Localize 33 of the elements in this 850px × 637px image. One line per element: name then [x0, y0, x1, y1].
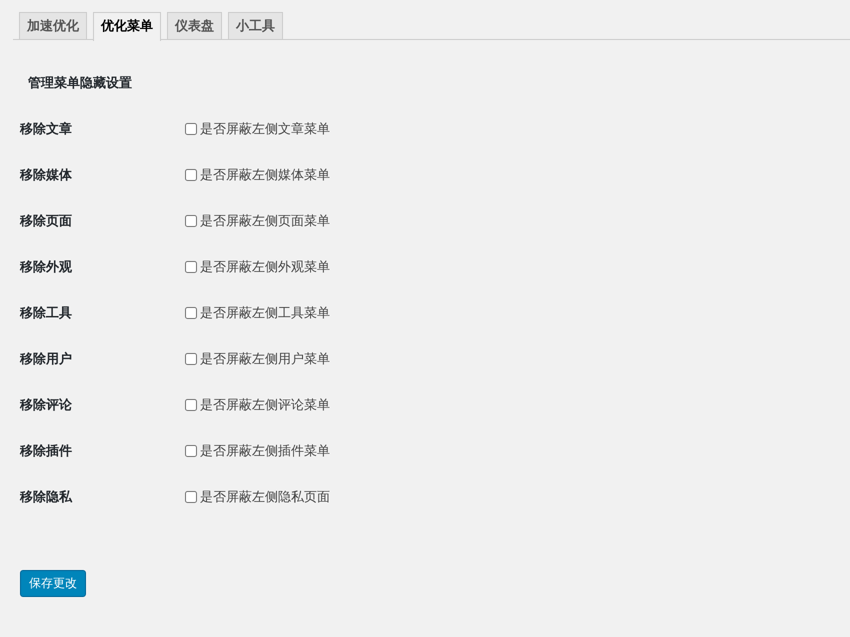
checkbox-label[interactable]: 是否屏蔽左侧外观菜单 — [200, 258, 330, 276]
checkbox[interactable] — [185, 445, 197, 457]
section-title: 管理菜单隐藏设置 — [28, 74, 133, 92]
setting-label: 移除外观 — [20, 258, 73, 276]
checkbox-label[interactable]: 是否屏蔽左侧媒体菜单 — [200, 166, 330, 184]
setting-label: 移除插件 — [20, 442, 73, 460]
tab[interactable]: 仪表盘 — [167, 12, 222, 39]
tab[interactable]: 加速优化 — [19, 12, 87, 39]
checkbox-label[interactable]: 是否屏蔽左侧页面菜单 — [200, 212, 330, 230]
setting-label: 移除评论 — [20, 396, 73, 414]
checkbox[interactable] — [185, 261, 197, 273]
setting-label: 移除页面 — [20, 212, 73, 230]
checkbox-label[interactable]: 是否屏蔽左侧文章菜单 — [200, 120, 330, 138]
checkbox[interactable] — [185, 215, 197, 227]
checkbox-label[interactable]: 是否屏蔽左侧用户菜单 — [200, 350, 330, 368]
checkbox[interactable] — [185, 399, 197, 411]
setting-label: 移除工具 — [20, 304, 73, 322]
checkbox-label[interactable]: 是否屏蔽左侧插件菜单 — [200, 442, 330, 460]
checkbox[interactable] — [185, 169, 197, 181]
setting-label: 移除隐私 — [20, 488, 74, 506]
checkbox[interactable] — [185, 491, 197, 503]
checkbox-label[interactable]: 是否屏蔽左侧隐私页面 — [200, 488, 330, 506]
checkbox[interactable] — [185, 353, 197, 365]
setting-label: 移除文章 — [20, 120, 73, 138]
checkbox[interactable] — [185, 307, 197, 319]
checkbox[interactable] — [185, 123, 197, 135]
checkbox-label[interactable]: 是否屏蔽左侧评论菜单 — [200, 396, 330, 414]
checkbox-label[interactable]: 是否屏蔽左侧工具菜单 — [200, 304, 330, 322]
save-button[interactable]: 保存更改 — [20, 570, 86, 597]
tab[interactable]: 小工具 — [228, 12, 283, 39]
setting-label: 移除媒体 — [20, 166, 73, 184]
setting-label: 移除用户 — [20, 350, 73, 368]
tab[interactable]: 优化菜单 — [93, 12, 161, 41]
